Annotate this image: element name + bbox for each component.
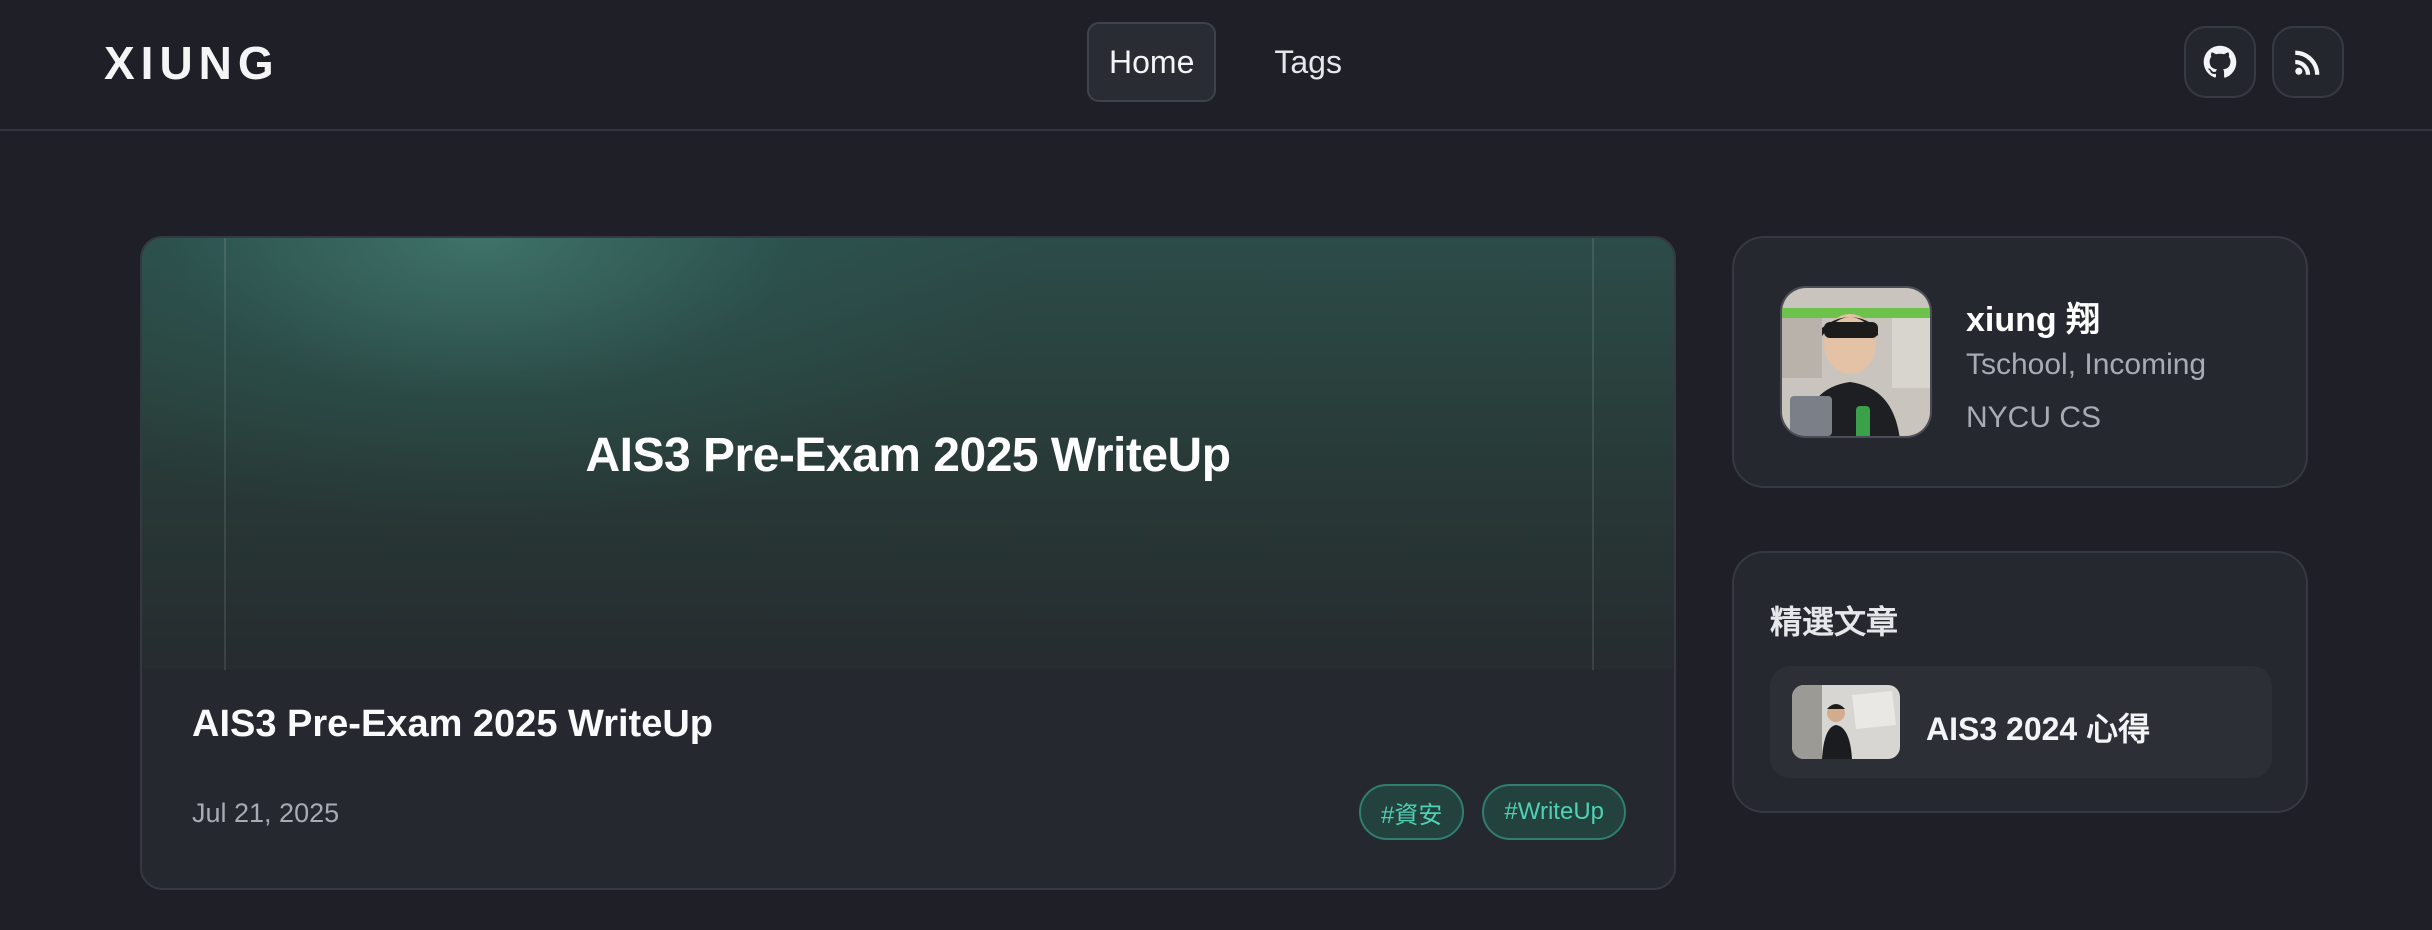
rss-icon bbox=[2295, 50, 2320, 75]
profile-card: xiung 翔 Tschool, Incoming NYCU CS bbox=[1732, 236, 2308, 488]
post-card[interactable]: AIS3 Pre-Exam 2025 WriteUp AIS3 Pre-Exam… bbox=[140, 236, 1676, 890]
avatar bbox=[1780, 286, 1932, 438]
github-button[interactable] bbox=[2184, 26, 2256, 98]
post-banner-image: AIS3 Pre-Exam 2025 WriteUp bbox=[142, 238, 1674, 670]
main-nav: Home Tags bbox=[1087, 22, 1364, 102]
featured-post-item[interactable]: AIS3 2024 心得 bbox=[1770, 666, 2272, 778]
post-tags: #資安 #WriteUp bbox=[1359, 784, 1626, 840]
profile-bio: Tschool, Incoming bbox=[1966, 348, 2207, 381]
nav-home-link[interactable]: Home bbox=[1087, 22, 1217, 102]
site-logo[interactable]: XIUNG bbox=[104, 36, 280, 90]
rss-button[interactable] bbox=[2272, 26, 2344, 98]
nav-tags-link[interactable]: Tags bbox=[1252, 22, 1364, 102]
featured-posts-card: 精選文章 AIS3 2024 心得 bbox=[1732, 551, 2308, 813]
profile-bio: NYCU CS bbox=[1966, 401, 2102, 434]
top-navigation-bar: XIUNG Home Tags bbox=[0, 0, 2432, 131]
github-icon bbox=[2203, 45, 2237, 78]
post-date: Jul 21, 2025 bbox=[192, 798, 340, 828]
banner-title: AIS3 Pre-Exam 2025 WriteUp bbox=[585, 429, 1231, 482]
profile-name: xiung 翔 bbox=[1966, 301, 2101, 339]
post-title[interactable]: AIS3 Pre-Exam 2025 WriteUp bbox=[192, 703, 713, 746]
tag-writeup[interactable]: #WriteUp bbox=[1482, 784, 1626, 840]
tag-security[interactable]: #資安 bbox=[1359, 784, 1465, 840]
featured-post-title[interactable]: AIS3 2024 心得 bbox=[1926, 704, 2150, 750]
featured-heading: 精選文章 bbox=[1770, 604, 1899, 640]
featured-post-thumbnail bbox=[1792, 685, 1900, 759]
